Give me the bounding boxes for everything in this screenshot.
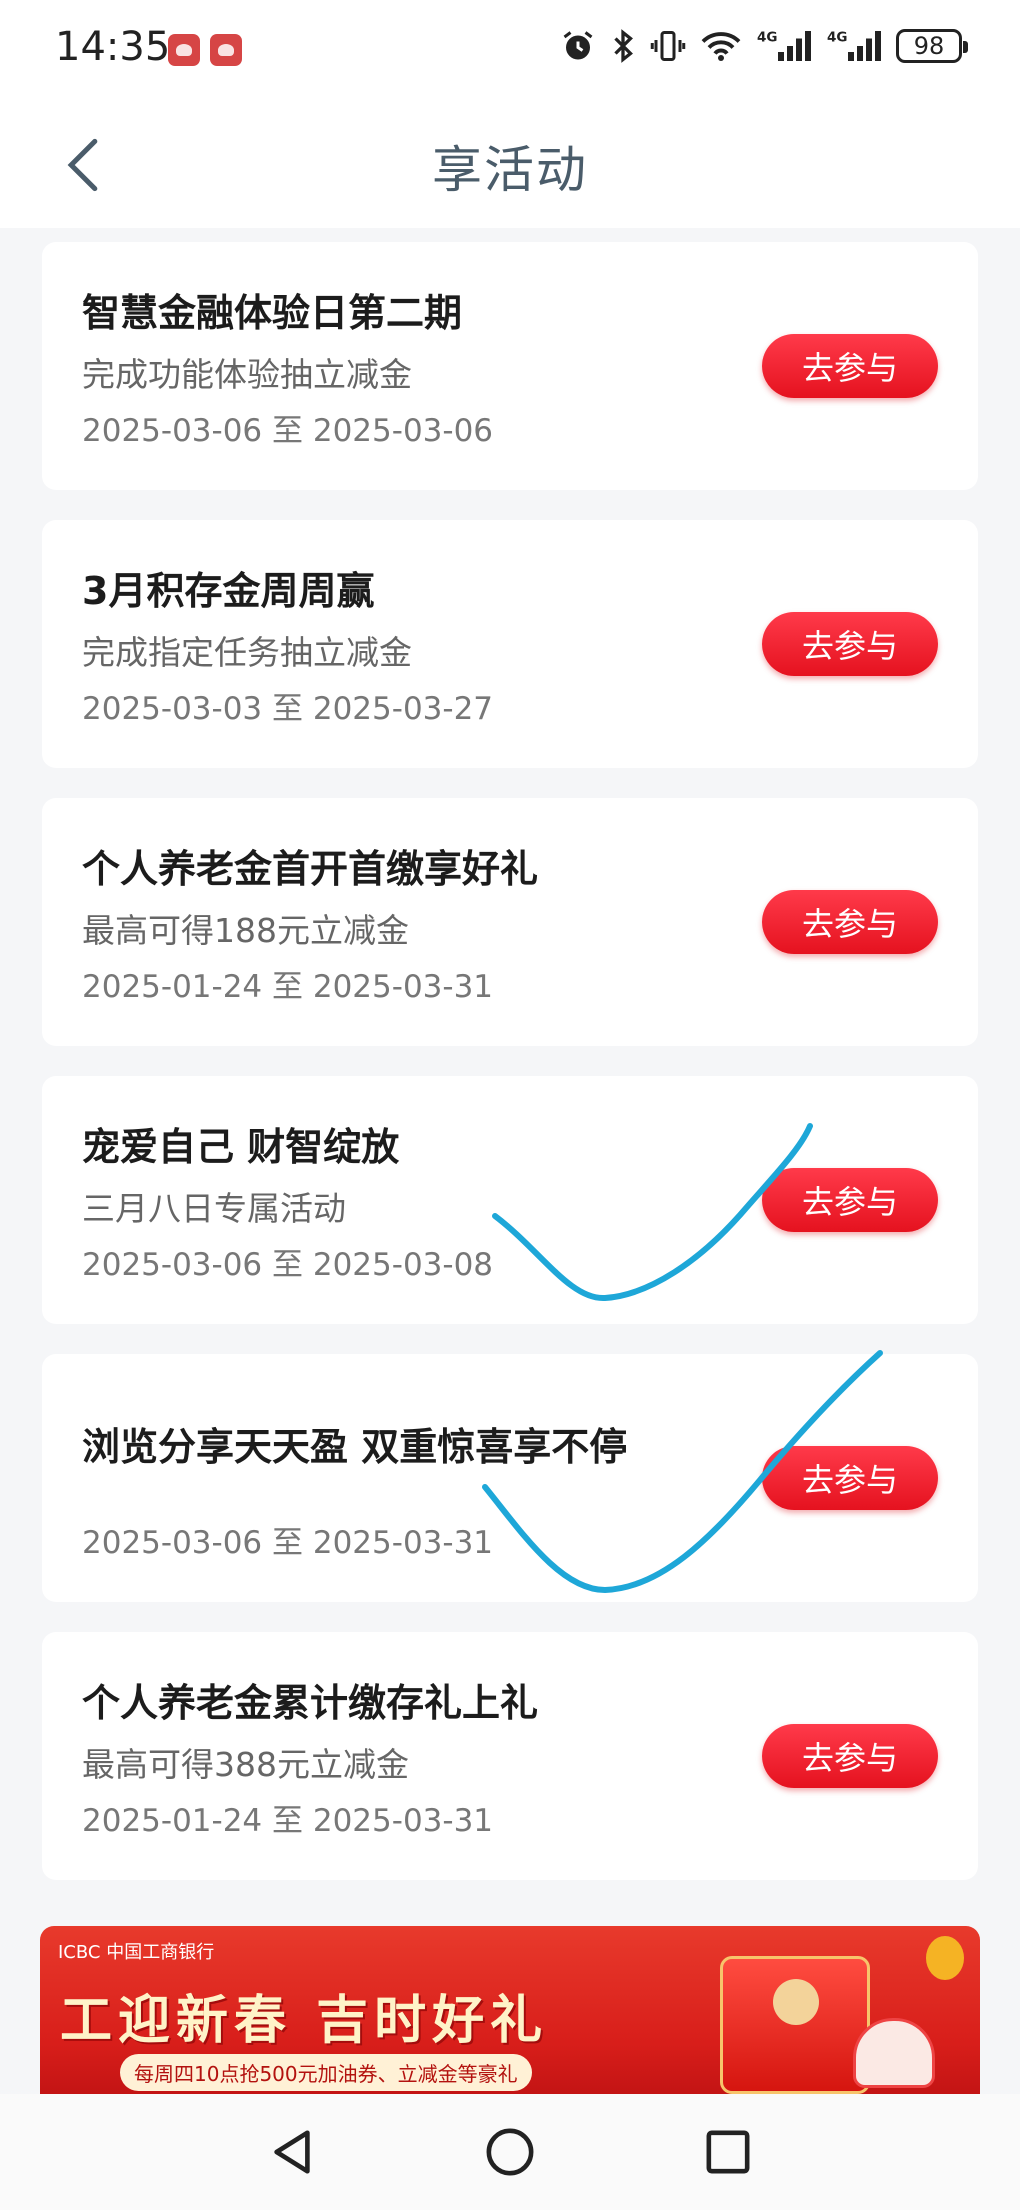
activity-date: 2025-03-06 至 2025-03-08 — [82, 1247, 494, 1283]
banner-headline: 工迎新春 吉时好礼 — [60, 1990, 549, 2051]
activity-title: 宠爱自己 财智绽放 — [82, 1125, 400, 1169]
join-button[interactable]: 去参与 — [762, 1168, 938, 1232]
activity-date: 2025-01-24 至 2025-03-31 — [82, 969, 494, 1005]
activity-desc: 完成指定任务抽立减金 — [82, 633, 412, 672]
join-button[interactable]: 去参与 — [762, 1724, 938, 1788]
activity-date: 2025-01-24 至 2025-03-31 — [82, 1803, 494, 1839]
page-title: 享活动 — [432, 141, 588, 199]
activity-card[interactable]: 个人养老金首开首缴享好礼 最高可得188元立减金 2025-01-24 至 20… — [42, 798, 978, 1046]
lantern-icon — [926, 1936, 964, 1980]
back-triangle-icon[interactable] — [264, 2124, 320, 2180]
activity-desc: 最高可得388元立减金 — [82, 1745, 409, 1784]
bluetooth-icon — [614, 29, 633, 63]
system-nav-bar — [0, 2094, 1020, 2210]
activity-desc: 三月八日专属活动 — [82, 1189, 346, 1228]
status-icons: 4G 4G 98 — [560, 28, 968, 64]
network-label: 4G — [827, 30, 847, 46]
status-bar: 14:35 4G 4G 98 — [0, 0, 1020, 100]
red-envelope-icon — [720, 1956, 870, 2094]
signal-4g-icon: 4G — [827, 30, 881, 61]
activity-card[interactable]: 3月积存金周周赢 完成指定任务抽立减金 2025-03-03 至 2025-03… — [42, 520, 978, 768]
activity-card[interactable]: 智慧金融体验日第二期 完成功能体验抽立减金 2025-03-06 至 2025-… — [42, 242, 978, 490]
recents-square-icon[interactable] — [700, 2124, 756, 2180]
wifi-icon — [701, 32, 741, 61]
activity-title: 浏览分享天天盈 双重惊喜享不停 — [82, 1425, 628, 1469]
activity-title: 智慧金融体验日第二期 — [82, 291, 463, 335]
signal-4g-icon: 4G — [757, 30, 811, 61]
title-bar: 享活动 — [0, 100, 1020, 228]
join-button[interactable]: 去参与 — [762, 612, 938, 676]
lion-mascot-icon — [853, 2018, 935, 2088]
bank-logo: ICBC 中国工商银行 — [58, 1942, 215, 1963]
banner-subline: 每周四10点抢500元加油券、立减金等豪礼 — [120, 2054, 532, 2091]
activity-title: 个人养老金累计缴存礼上礼 — [82, 1681, 539, 1725]
network-label: 4G — [757, 30, 777, 46]
vibrate-icon — [650, 31, 686, 61]
join-button[interactable]: 去参与 — [762, 334, 938, 398]
home-circle-icon[interactable] — [482, 2124, 538, 2180]
alarm-icon — [563, 31, 593, 60]
activity-title: 3月积存金周周赢 — [82, 569, 375, 613]
activity-date: 2025-03-03 至 2025-03-27 — [82, 691, 494, 727]
activity-date: 2025-03-06 至 2025-03-06 — [82, 413, 494, 449]
activity-desc: 最高可得188元立减金 — [82, 911, 409, 950]
app-badge-icon — [168, 34, 200, 66]
activity-card[interactable]: 浏览分享天天盈 双重惊喜享不停 2025-03-06 至 2025-03-31 … — [42, 1354, 978, 1602]
activity-date: 2025-03-06 至 2025-03-31 — [82, 1525, 494, 1561]
activity-desc: 完成功能体验抽立减金 — [82, 355, 412, 394]
activity-card[interactable]: 宠爱自己 财智绽放 三月八日专属活动 2025-03-06 至 2025-03-… — [42, 1076, 978, 1324]
activity-title: 个人养老金首开首缴享好礼 — [82, 847, 539, 891]
join-button[interactable]: 去参与 — [762, 1446, 938, 1510]
battery-level: 98 — [913, 32, 945, 60]
activity-card[interactable]: 个人养老金累计缴存礼上礼 最高可得388元立减金 2025-01-24 至 20… — [42, 1632, 978, 1880]
promo-banner[interactable]: ICBC 中国工商银行 工迎新春 吉时好礼 每周四10点抢500元加油券、立减金… — [40, 1926, 980, 2094]
battery-icon: 98 — [896, 29, 968, 63]
join-button[interactable]: 去参与 — [762, 890, 938, 954]
activity-list: 智慧金融体验日第二期 完成功能体验抽立减金 2025-03-06 至 2025-… — [42, 242, 978, 1910]
status-time: 14:35 — [55, 24, 171, 70]
app-badge-icon — [210, 34, 242, 66]
